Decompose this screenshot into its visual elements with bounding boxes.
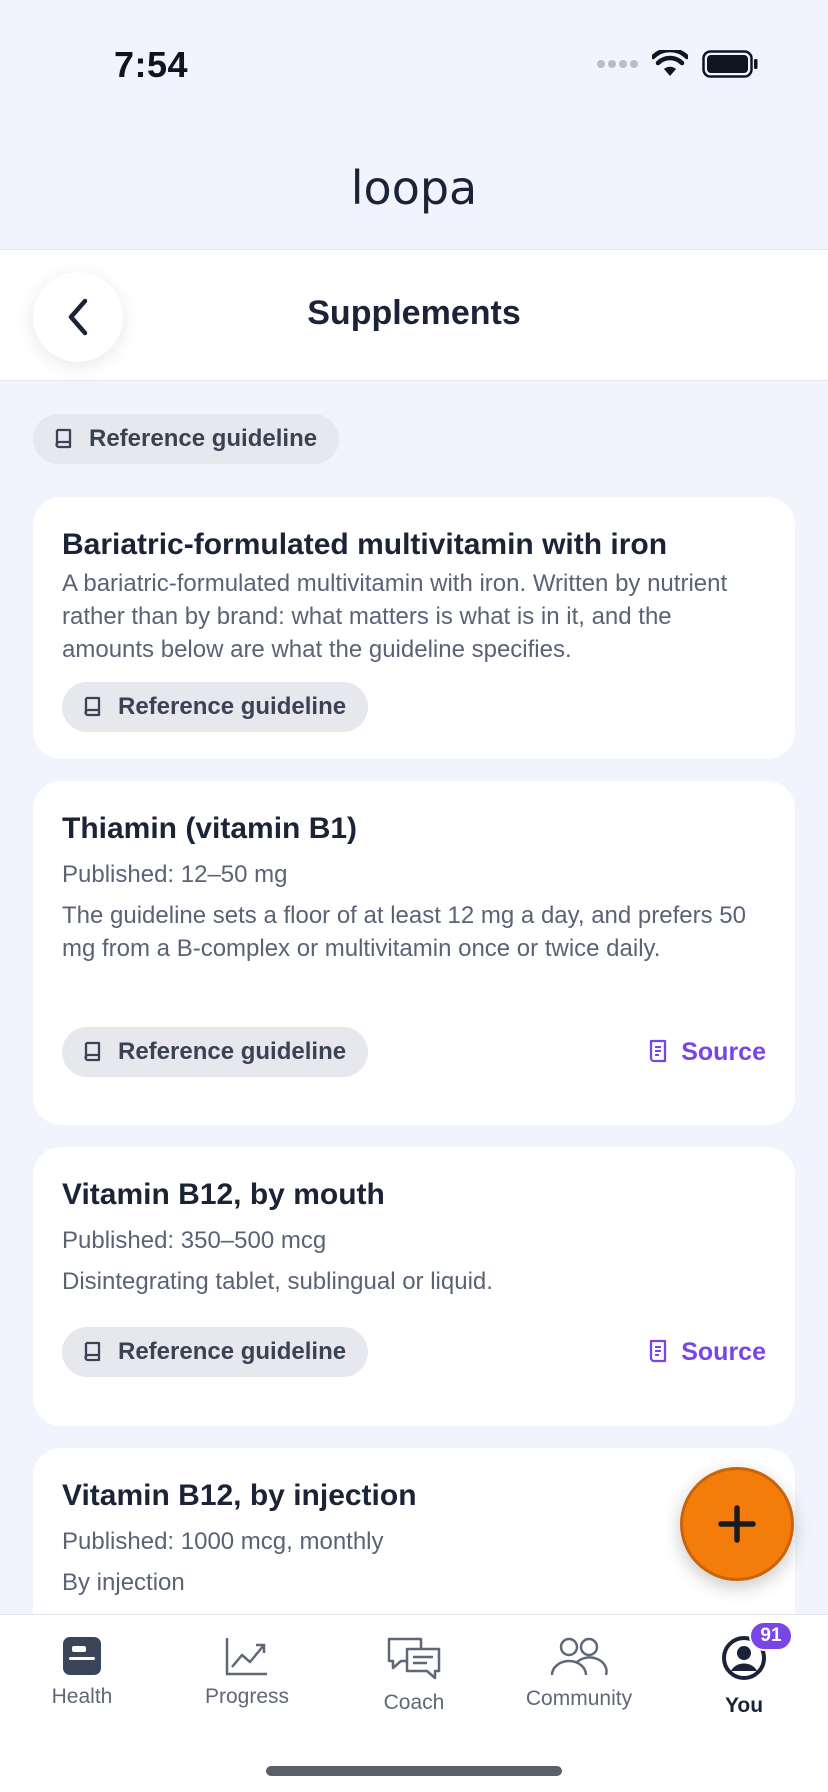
document-icon [650, 1339, 667, 1363]
book-icon [84, 1341, 101, 1362]
page-title: Supplements [307, 294, 521, 332]
tab-health[interactable]: Health [22, 1635, 142, 1709]
card-title: Thiamin (vitamin B1) [62, 812, 358, 845]
signal-icon [597, 60, 638, 68]
notification-badge: 91 [749, 1621, 793, 1651]
source-link[interactable]: Source [647, 1038, 766, 1067]
reference-guideline-filter-chip[interactable]: Reference guideline [33, 414, 340, 464]
card-title: Bariatric-formulated multivitamin with i… [62, 528, 668, 561]
book-icon [55, 428, 72, 449]
progress-chart-icon [225, 1638, 267, 1676]
book-icon [84, 1041, 101, 1062]
tab-community[interactable]: Community [519, 1635, 639, 1711]
card-title: Vitamin B12, by mouth [62, 1178, 385, 1211]
tab-coach[interactable]: Coach [354, 1635, 474, 1715]
supplement-card[interactable]: Vitamin B12, by mouth Published: 350–500… [33, 1147, 795, 1426]
add-button[interactable] [680, 1467, 794, 1581]
status-time: 7:54 [114, 44, 189, 85]
chip-label: Reference guideline [118, 693, 347, 720]
supplement-card[interactable]: Thiamin (vitamin B1) Published: 12–50 mg… [33, 781, 795, 1125]
card-published-amount: Published: 12–50 mg [62, 861, 288, 888]
document-icon [650, 1039, 667, 1063]
battery-icon [702, 50, 758, 78]
supplement-card[interactable]: Bariatric-formulated multivitamin with i… [33, 497, 795, 759]
home-indicator [266, 1766, 562, 1776]
health-icon [63, 1637, 101, 1675]
tab-progress[interactable]: Progress [187, 1635, 307, 1709]
chip-label: Reference guideline [118, 1038, 347, 1065]
source-link[interactable]: Source [647, 1338, 766, 1367]
app-logo: loopa [0, 140, 828, 236]
page-header: Supplements [0, 249, 828, 381]
logo-text: loopa [350, 161, 478, 215]
card-description: Disintegrating tablet, sublingual or liq… [62, 1268, 493, 1295]
reference-guideline-chip[interactable]: Reference guideline [62, 682, 369, 732]
book-icon [84, 696, 101, 717]
chat-icon [387, 1637, 441, 1680]
reference-guideline-chip[interactable]: Reference guideline [62, 1027, 369, 1077]
tab-label: Progress [204, 1685, 290, 1708]
status-icons [596, 50, 758, 78]
source-label: Source [681, 1337, 766, 1366]
card-description: By injection [62, 1569, 185, 1596]
card-title: Vitamin B12, by injection [62, 1479, 417, 1512]
tab-label: Health [51, 1685, 113, 1708]
people-icon [550, 1637, 608, 1676]
tab-label: You [724, 1694, 764, 1717]
tab-label: Coach [383, 1691, 445, 1714]
chip-label: Reference guideline [89, 425, 318, 452]
card-published-amount: Published: 1000 mcg, monthly [62, 1528, 384, 1555]
source-label: Source [681, 1037, 766, 1066]
card-published-amount: Published: 350–500 mcg [62, 1227, 327, 1254]
tab-you[interactable]: 91 You [684, 1621, 804, 1718]
reference-guideline-chip[interactable]: Reference guideline [62, 1327, 369, 1377]
status-bar: 7:54 [0, 0, 828, 120]
card-description: A bariatric-formulated multivitamin with… [62, 570, 728, 663]
wifi-icon [652, 50, 688, 76]
card-description: The guideline sets a floor of at least 1… [62, 902, 746, 962]
tab-label: Community [525, 1687, 633, 1710]
plus-icon [718, 1505, 756, 1543]
chip-label: Reference guideline [118, 1338, 347, 1365]
